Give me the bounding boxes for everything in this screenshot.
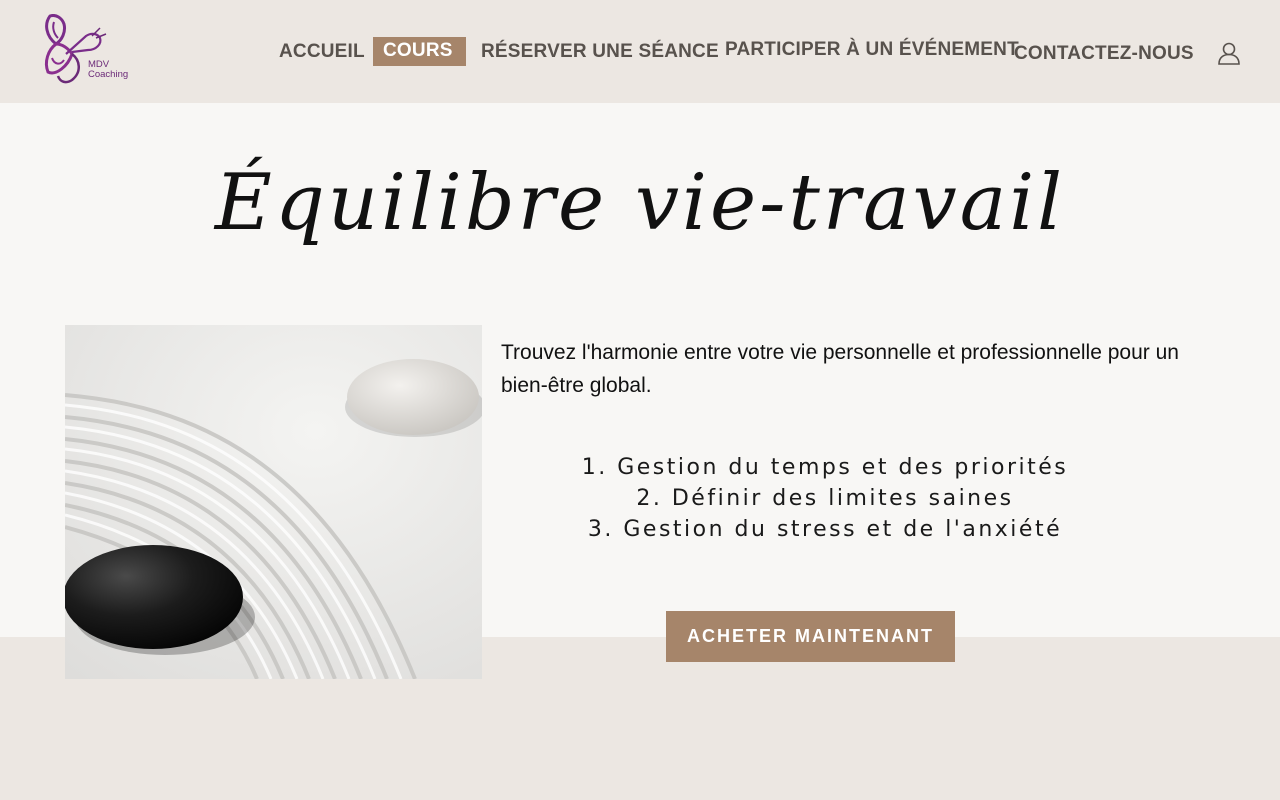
list-item: 3. Gestion du stress et de l'anxiété <box>587 517 1063 542</box>
list-item: 1. Gestion du temps et des priorités <box>581 455 1069 480</box>
logo[interactable]: MDV Coaching <box>42 14 134 86</box>
site-header: MDV Coaching ACCUEIL COURS RÉSERVER UNE … <box>0 0 1280 103</box>
intro-text: Trouvez l'harmonie entre votre vie perso… <box>501 341 1179 397</box>
logo-line-2: Coaching <box>88 69 129 80</box>
buy-now-button[interactable]: ACHETER MAINTENANT <box>666 611 955 662</box>
nav-item-reserver-une-seance[interactable]: RÉSERVER UNE SÉANCE <box>481 38 719 66</box>
zen-stones-image <box>65 325 482 679</box>
logo-text: MDV Coaching <box>88 60 128 80</box>
list-item: 2. Définir des limites saines <box>636 486 1014 511</box>
nav-item-accueil[interactable]: ACCUEIL <box>279 38 365 66</box>
nav-item-cours[interactable]: COURS <box>373 37 466 66</box>
user-outline-icon <box>1218 42 1240 65</box>
nav-item-participer-evenement[interactable]: PARTICIPER À UN ÉVÉNEMENT <box>725 36 1019 64</box>
user-icon[interactable] <box>1216 40 1242 66</box>
nav-item-contactez-nous[interactable]: CONTACTEZ-NOUS <box>1014 40 1194 68</box>
page-title: Équilibre vie-travail <box>214 158 1066 248</box>
steps-list: 1. Gestion du temps et des priorités 2. … <box>470 452 1180 545</box>
